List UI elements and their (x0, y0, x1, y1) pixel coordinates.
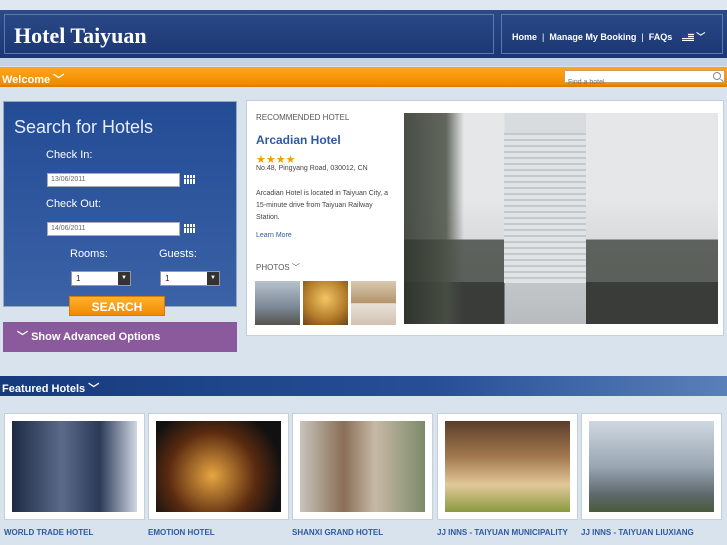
nav-separator: | (542, 32, 545, 42)
rooms-label: Rooms: (70, 248, 108, 260)
calendar-icon[interactable] (184, 224, 195, 233)
advanced-options-toggle[interactable]: ﹀ Show Advanced Options (3, 322, 237, 352)
hotel-photo (300, 421, 425, 512)
search-button[interactable]: SEARCH (69, 296, 165, 316)
featured-label: Featured Hotels (2, 383, 86, 395)
featured-hotel-name[interactable]: SHANXI GRAND HOTEL (292, 528, 383, 537)
nav-faqs[interactable]: FAQs (649, 32, 673, 42)
welcome-label: Welcome (2, 74, 51, 86)
recommended-hotel-card: RECOMMENDED HOTEL Arcadian Hotel ★★★★ No… (246, 100, 724, 336)
hotel-photo (445, 421, 570, 512)
featured-hotel-card[interactable] (4, 413, 145, 520)
top-nav: Home | Manage My Booking | FAQs ﹀ (501, 14, 723, 54)
welcome-bar: Welcome ﹀ (0, 67, 727, 88)
photo-thumbnail[interactable] (303, 281, 348, 325)
header-divider (0, 58, 727, 66)
top-strip (0, 0, 727, 10)
hotel-description: Arcadian Hotel is located in Taiyuan Cit… (256, 190, 389, 221)
search-icon[interactable] (713, 72, 721, 80)
chevron-down-icon: ﹀ (53, 74, 65, 86)
hotel-search-input[interactable] (565, 77, 705, 88)
chevron-down-icon[interactable]: ﹀ (696, 30, 705, 43)
check-in-field[interactable]: 13/06/2011 (47, 173, 180, 187)
check-out-label: Check Out: (46, 198, 102, 210)
featured-hotel-name[interactable]: EMOTION HOTEL (148, 528, 215, 537)
nav-manage-booking[interactable]: Manage My Booking (549, 32, 636, 42)
nav-home[interactable]: Home (512, 32, 537, 42)
site-logo[interactable]: Hotel Taiyuan (14, 23, 147, 49)
photos-toggle[interactable]: PHOTOS ﹀ (256, 262, 300, 273)
search-panel: Search for Hotels Check In: 13/06/2011 C… (3, 101, 237, 316)
advanced-options-label: Show Advanced Options (31, 331, 161, 343)
guests-select[interactable]: 1 ▼ (160, 271, 220, 286)
welcome-toggle[interactable]: Welcome ﹀ (2, 71, 64, 87)
rooms-value: 1 (76, 274, 81, 283)
hotel-photo (156, 421, 281, 512)
featured-hotel-card[interactable] (581, 413, 722, 520)
featured-hotel-name[interactable]: JJ INNS - TAIYUAN LIUXIANG (581, 528, 694, 537)
chevron-down-icon: ﹀ (291, 263, 300, 272)
guests-label: Guests: (159, 248, 197, 260)
recommended-hotel-name[interactable]: Arcadian Hotel (256, 133, 341, 147)
check-out-field[interactable]: 14/06/2011 (47, 222, 180, 236)
search-panel-title: Search for Hotels (14, 117, 154, 137)
hotel-photo (589, 421, 714, 512)
featured-hotel-name[interactable]: JJ INNS - TAIYUAN MUNICIPALITY (437, 528, 568, 537)
building-image (504, 133, 586, 283)
photos-label: PHOTOS (256, 263, 290, 272)
hotel-main-photo (404, 113, 718, 324)
check-in-label: Check In: (46, 149, 93, 161)
rooms-select[interactable]: 1 ▼ (71, 271, 131, 286)
hotel-search-box (564, 70, 725, 88)
guests-value: 1 (165, 274, 170, 283)
featured-hotel-card[interactable] (437, 413, 578, 520)
hotel-address: No.48, Pingyang Road, 030012, CN (256, 165, 368, 172)
learn-more-link[interactable]: Learn More (256, 232, 292, 239)
featured-hotel-card[interactable] (292, 413, 433, 520)
dropdown-arrow-icon: ▼ (207, 272, 219, 285)
nav-separator: | (641, 32, 644, 42)
featured-hotels-bar: Featured Hotels ﹀ (0, 376, 727, 396)
recommended-kicker: RECOMMENDED HOTEL (256, 113, 350, 122)
featured-toggle[interactable]: Featured Hotels ﹀ (2, 380, 99, 396)
featured-hotel-card[interactable] (148, 413, 289, 520)
logo-area: Hotel Taiyuan (4, 14, 494, 54)
chevron-down-icon: ﹀ (17, 331, 28, 343)
tree-image (404, 113, 464, 324)
hotel-photo (12, 421, 137, 512)
site-header: Hotel Taiyuan Home | Manage My Booking | FAQ… (0, 10, 727, 58)
dropdown-arrow-icon: ▼ (118, 272, 130, 285)
us-flag-icon[interactable] (682, 33, 695, 41)
chevron-down-icon: ﹀ (88, 383, 100, 395)
calendar-icon[interactable] (184, 175, 195, 184)
featured-hotel-name[interactable]: WORLD TRADE HOTEL (4, 528, 93, 537)
photo-thumbnail[interactable] (351, 281, 396, 325)
photo-thumbnail[interactable] (255, 281, 300, 325)
